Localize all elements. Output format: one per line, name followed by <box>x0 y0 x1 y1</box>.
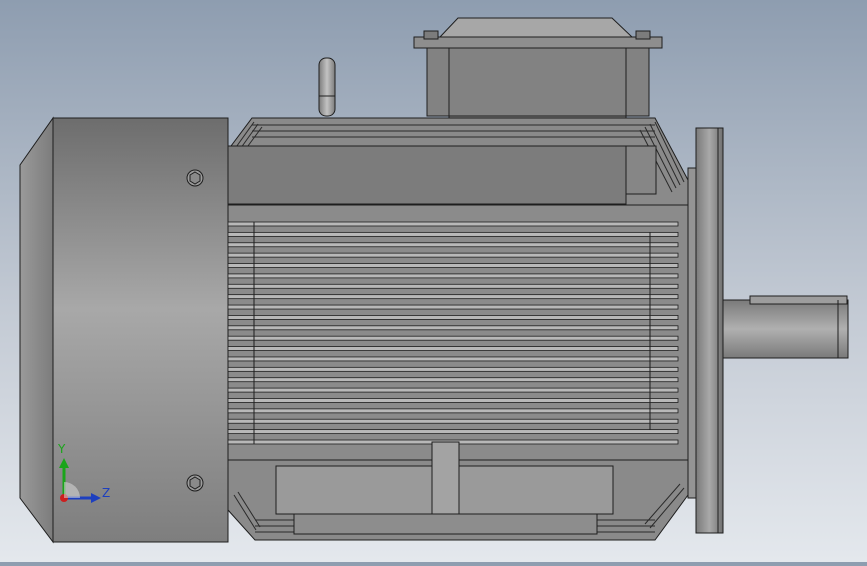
cooling-fin <box>227 304 679 310</box>
cooling-fin <box>227 325 679 331</box>
terminal-box-flange <box>413 36 663 49</box>
cooling-fin <box>227 221 679 227</box>
fan-cover[interactable] <box>19 116 229 544</box>
cooling-fin <box>227 335 679 341</box>
output-shaft[interactable] <box>722 295 849 359</box>
cooling-fin <box>227 231 679 237</box>
cooling-fin <box>227 273 679 279</box>
cooling-fin <box>227 408 679 414</box>
cooling-fin <box>227 242 679 248</box>
lifting-eye-bolt[interactable] <box>318 57 336 117</box>
cooling-fin <box>227 263 679 268</box>
fan-cover-bolt-bottom[interactable] <box>186 474 204 492</box>
cooling-fin <box>227 429 679 435</box>
cooling-fin <box>227 252 679 258</box>
y-axis-label: Y <box>58 442 66 456</box>
terminal-box-body <box>426 47 650 117</box>
center-rib <box>431 441 460 515</box>
cooling-fin <box>227 418 679 424</box>
motor-model[interactable] <box>0 0 867 562</box>
cooling-fin <box>227 366 679 372</box>
fan-cover-bevel <box>19 116 54 544</box>
cooling-fin <box>227 294 679 300</box>
cad-viewport[interactable]: Y Z <box>0 0 867 562</box>
cooling-fin <box>227 283 679 289</box>
fan-cover-bolt-top[interactable] <box>186 169 204 187</box>
cooling-fin <box>227 346 679 351</box>
cooling-fin <box>227 356 679 362</box>
cooling-fin <box>227 315 679 320</box>
z-axis-label: Z <box>102 486 111 500</box>
cooling-fin <box>227 387 679 393</box>
cooling-fin <box>227 398 679 403</box>
cooling-fin <box>227 377 679 383</box>
drive-end-flange[interactable] <box>687 127 724 534</box>
motor-frame[interactable] <box>227 117 689 541</box>
terminal-box-lid <box>438 17 634 38</box>
